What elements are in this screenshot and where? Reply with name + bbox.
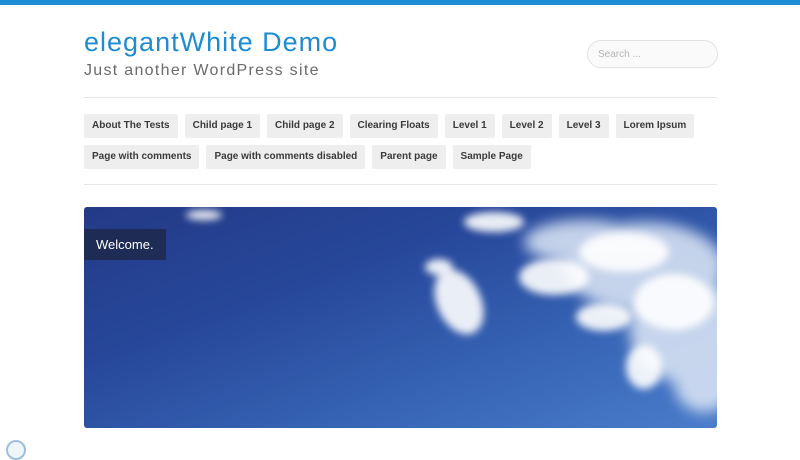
nav-divider (84, 184, 717, 185)
nav-item-clearing-floats[interactable]: Clearing Floats (349, 114, 438, 138)
nav-item-child-page-1[interactable]: Child page 1 (184, 114, 261, 138)
nav-row-1: About The Tests Child page 1 Child page … (84, 114, 724, 138)
nav-item-level-1[interactable]: Level 1 (444, 114, 495, 138)
main-navigation: About The Tests Child page 1 Child page … (84, 114, 724, 176)
nav-item-level-2[interactable]: Level 2 (501, 114, 552, 138)
nav-item-page-with-comments-disabled[interactable]: Page with comments disabled (206, 145, 366, 169)
nav-item-level-3[interactable]: Level 3 (558, 114, 609, 138)
nav-item-sample-page[interactable]: Sample Page (452, 145, 531, 169)
search-input[interactable] (587, 40, 718, 68)
nav-row-2: Page with comments Page with comments di… (84, 145, 724, 169)
site-tagline: Just another WordPress site (84, 62, 320, 79)
nav-item-about-the-tests[interactable]: About The Tests (84, 114, 178, 138)
nav-item-lorem-ipsum[interactable]: Lorem Ipsum (615, 114, 695, 138)
hero-image: Welcome. (84, 207, 717, 428)
header-divider (84, 97, 717, 98)
nav-item-parent-page[interactable]: Parent page (372, 145, 446, 169)
corner-widget-icon[interactable] (6, 440, 26, 460)
site-title[interactable]: elegantWhite Demo (84, 26, 338, 58)
hero-caption: Welcome. (84, 229, 166, 260)
nav-item-child-page-2[interactable]: Child page 2 (267, 114, 343, 138)
nav-item-page-with-comments[interactable]: Page with comments (84, 145, 200, 169)
top-accent-bar (0, 0, 800, 5)
sky-clouds-image (186, 210, 717, 412)
